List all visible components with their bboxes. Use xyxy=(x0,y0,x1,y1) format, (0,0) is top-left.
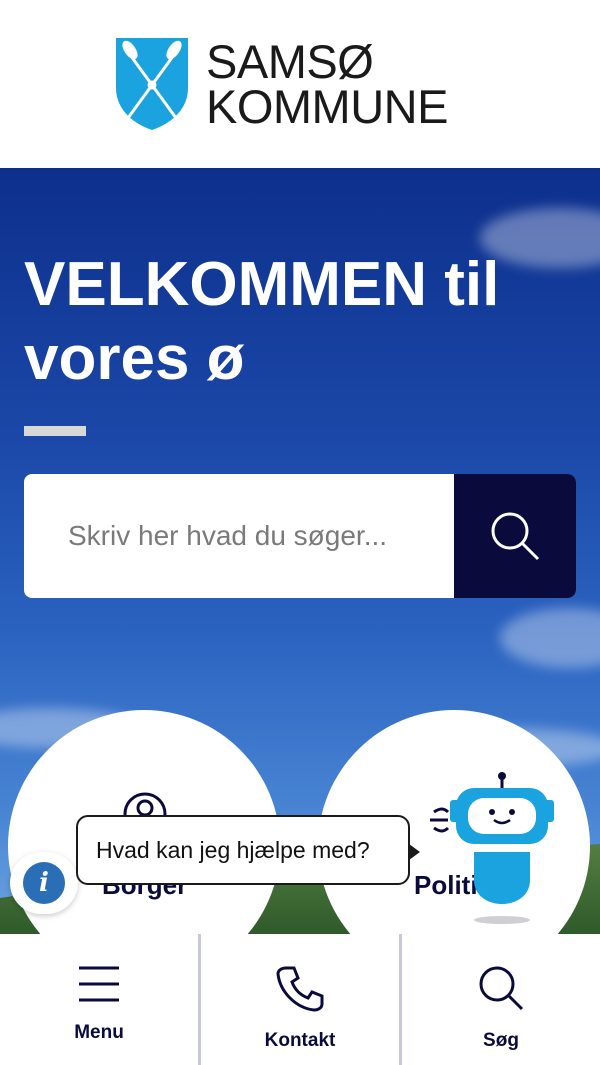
nav-menu[interactable]: Menu xyxy=(0,934,198,1065)
search-icon xyxy=(491,512,540,561)
crossed-oars-shield-icon xyxy=(116,38,188,130)
nav-kontakt[interactable]: Kontakt xyxy=(198,934,399,1065)
title-divider xyxy=(24,426,86,436)
phone-icon xyxy=(276,966,324,1012)
search-button[interactable] xyxy=(454,474,576,598)
hamburger-icon xyxy=(79,966,119,1002)
info-icon: i xyxy=(23,862,65,904)
nav-kontakt-label: Kontakt xyxy=(264,1030,336,1051)
info-button[interactable]: i xyxy=(10,852,78,914)
search-bar xyxy=(24,474,576,598)
search-input[interactable] xyxy=(24,474,454,598)
bottom-navigation: Menu Kontakt Søg xyxy=(0,934,600,1065)
chatbot-icon[interactable] xyxy=(444,770,560,930)
logo-line-2: KOMMUNE xyxy=(206,80,448,133)
cloud xyxy=(500,608,600,668)
nav-sog-label: Søg xyxy=(483,1030,519,1051)
chat-bubble-text: Hvad kan jeg hjælpe med? xyxy=(96,836,370,863)
logo[interactable]: SAMSØ KOMMUNE xyxy=(114,36,448,132)
hero-title: VELKOMMEN til vores ø xyxy=(24,250,500,393)
site-header: SAMSØ KOMMUNE xyxy=(0,0,600,168)
nav-sog[interactable]: Søg xyxy=(399,934,600,1065)
search-icon xyxy=(479,966,524,1011)
chat-bubble[interactable]: Hvad kan jeg hjælpe med? xyxy=(76,815,420,885)
logo-line-1: SAMSØ xyxy=(206,35,374,88)
logo-text: SAMSØ KOMMUNE xyxy=(206,35,448,133)
nav-menu-label: Menu xyxy=(74,1022,124,1043)
